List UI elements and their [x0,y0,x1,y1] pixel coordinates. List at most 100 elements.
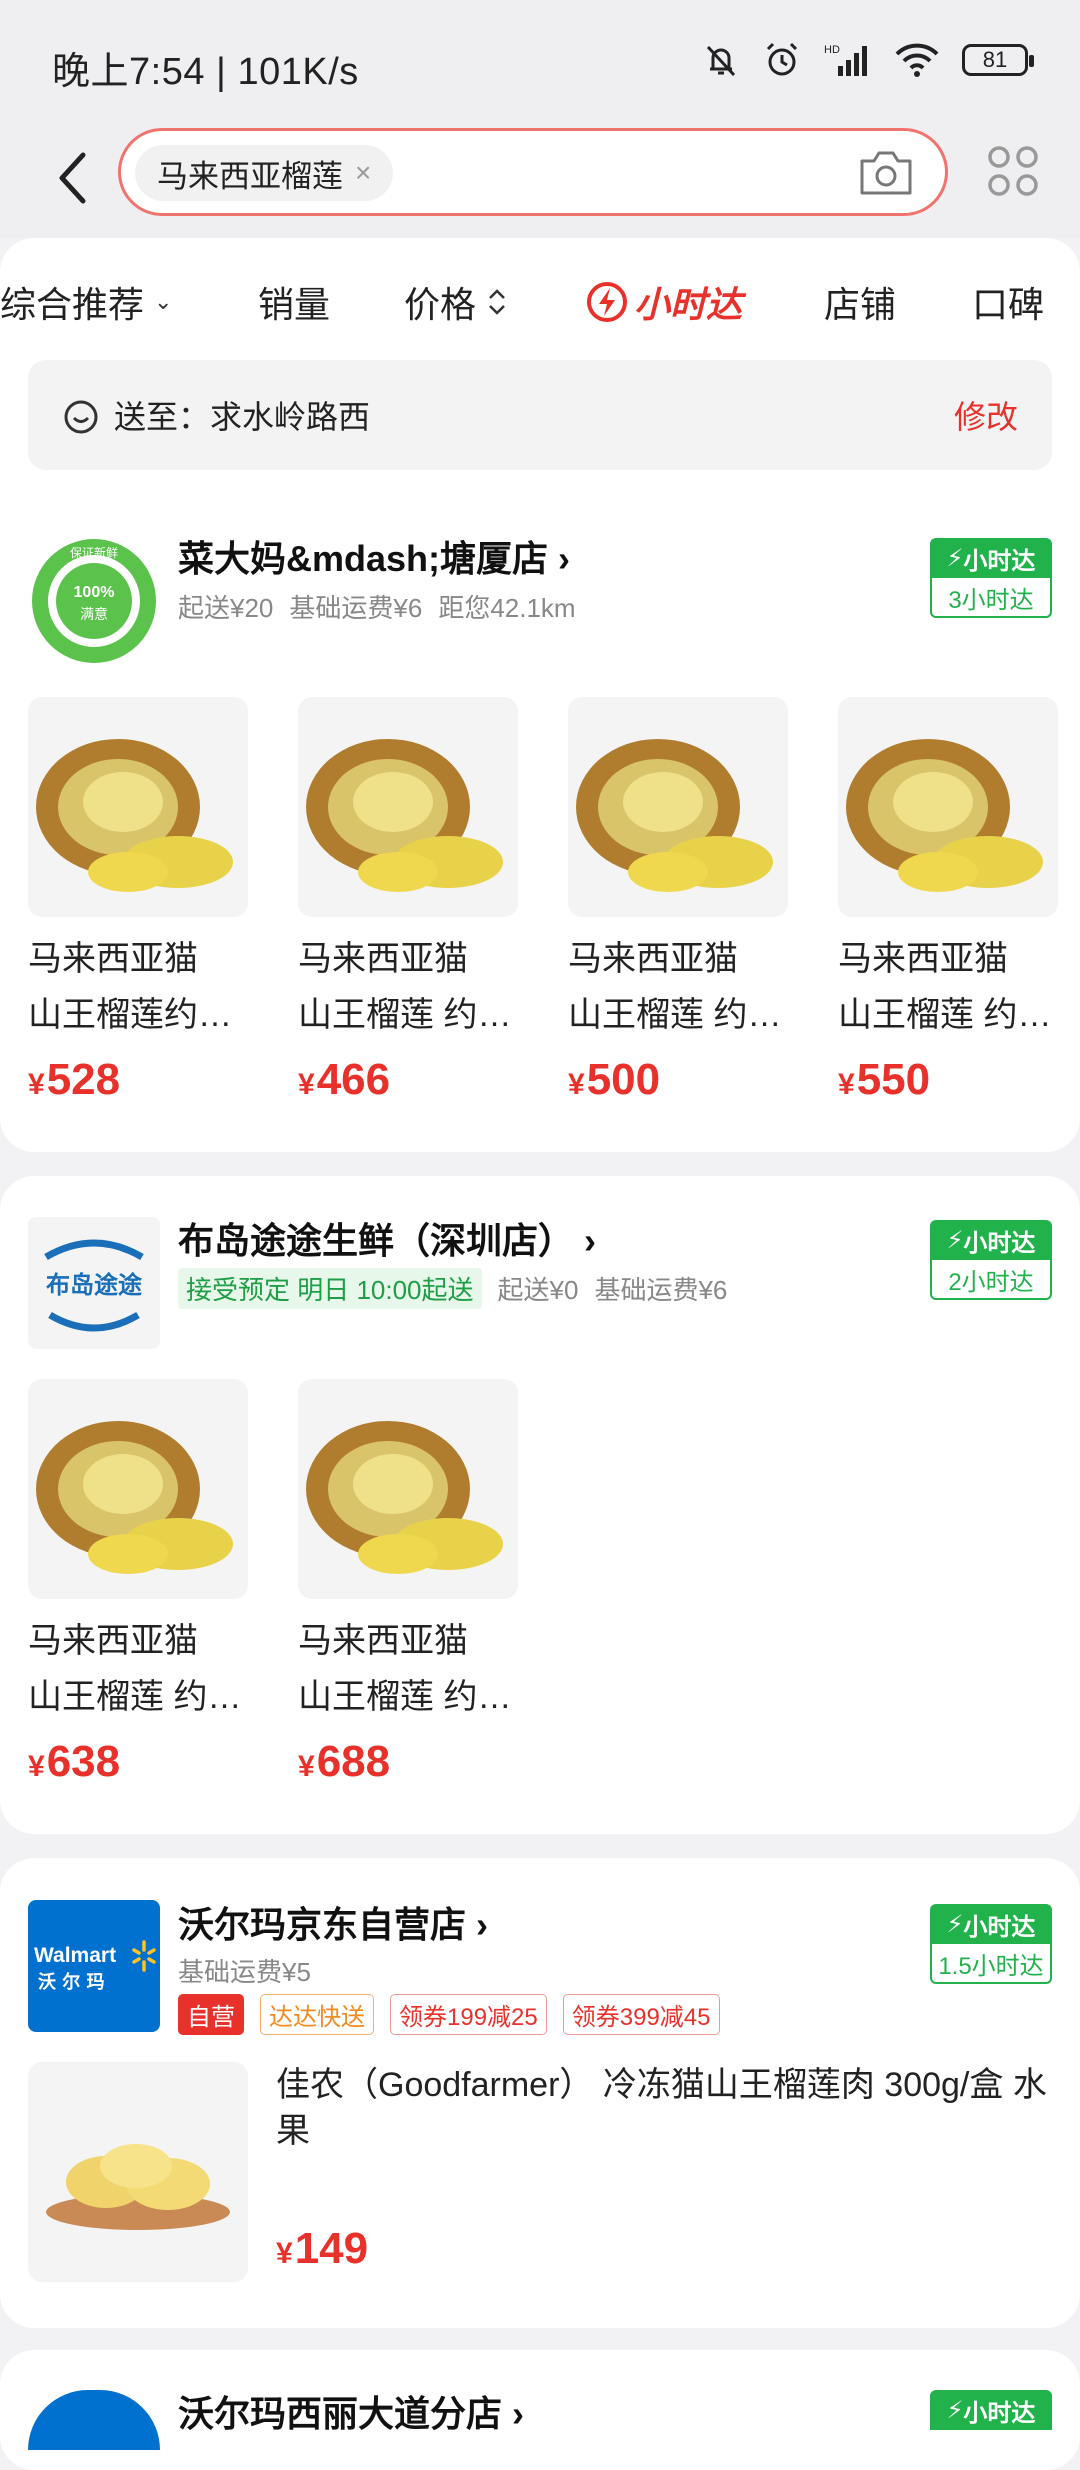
store-meta-3: 基础运费¥5 [178,1952,327,1989]
product-name-line1: 马来西亚猫 [838,940,1008,978]
search-query-chip[interactable]: 马来西亚榴莲 × [135,145,394,201]
delivery-address-bar[interactable]: 送至：求水岭路西 修改 [28,360,1052,470]
delivery-fee: 基础运费¥6 [594,1275,728,1305]
badge-top-text: 小时达 [963,547,1036,575]
back-button[interactable] [44,138,100,218]
product-name-line1: 马来西亚猫 [28,1622,198,1660]
product-name-line1: 马来西亚猫 [568,940,738,978]
product-card[interactable]: 马来西亚猫 山王榴莲 约… ¥688 [298,1379,518,1787]
product-name-line2: 山王榴莲 约… [838,996,1052,1034]
preorder-tag: 接受预定 明日 10:00起送 [178,1268,482,1309]
min-order: 起送¥20 [178,593,274,623]
hour-delivery-badge-top: ⚡ 小时达 [930,2390,1052,2430]
product-price: ¥550 [838,1055,1058,1105]
product-name: 马来西亚猫山王榴莲 约… [568,931,793,1043]
svg-text:保证新鲜: 保证新鲜 [70,545,118,560]
durian-image [568,697,788,917]
currency-symbol: ¥ [568,1068,585,1101]
edit-address-link[interactable]: 修改 [954,392,1018,438]
product-card[interactable]: 马来西亚猫山王榴莲 约… ¥638 [28,1379,248,1787]
tab-comprehensive[interactable]: 综合推荐 ⌄ [0,276,172,328]
status-icons: HD 81 [702,40,1034,80]
tab-reviews-label: 口碑 [972,284,1045,325]
price-value: 638 [46,1737,121,1786]
menu-grid-button[interactable] [986,144,1040,203]
product-name-line2: 山王榴莲 约… [568,996,782,1034]
badge-top-text: 小时达 [963,1913,1036,1941]
store-name-text: 沃尔玛京东自营店 [178,1904,467,1945]
hour-delivery-badge-top: ⚡ 小时达 [930,538,1052,578]
hour-delivery-badge-top: ⚡ 小时达 [930,1904,1052,1944]
store-name-1[interactable]: 菜大妈&mdash;塘厦店 › [178,530,570,582]
product-name-line1: 马来西亚猫 [298,1622,468,1660]
product-name: 马来西亚猫山王榴莲 约… [298,1613,523,1725]
store-name-4[interactable]: 沃尔玛西丽大道分店 › [178,2385,524,2437]
delivery-address-label: 送至：求水岭路西 [114,399,371,435]
product-price: ¥638 [28,1737,248,1787]
alarm-icon [766,42,798,76]
product-card[interactable]: 马来西亚猫 山王榴莲约… ¥528 [28,697,248,1105]
svg-text:沃 尔 玛: 沃 尔 玛 [38,1971,105,1993]
tab-reviews[interactable]: 口碑 [972,276,1044,328]
search-input[interactable]: 马来西亚榴莲 × [118,128,948,216]
badge-top-text: 小时达 [963,1229,1036,1257]
distance: 距您42.1km [438,593,576,623]
tab-sales-label: 销量 [258,284,331,325]
price-value: 466 [316,1055,391,1104]
wifi-icon [895,43,939,77]
delivery-badge-4: ⚡ 小时达 [930,2390,1052,2430]
tab-price-label: 价格 [404,284,477,325]
chevron-down-icon: ⌄ [154,289,173,314]
product-price: ¥500 [568,1055,788,1105]
durian-meat-image [28,2062,248,2282]
svg-text:100%: 100% [74,584,115,601]
signal-icon: HD [824,44,867,76]
price-value: 500 [586,1055,661,1104]
battery-icon: 81 [962,44,1034,76]
store-name-2[interactable]: 布岛途途生鲜（深圳店） › [178,1212,596,1264]
store-name-3[interactable]: 沃尔玛京东自营店 › [178,1896,488,1948]
camera-icon[interactable] [857,147,915,202]
tab-hour-delivery[interactable]: 小时达 [586,276,742,328]
status-bar: 晚上7:54 | 101K/s HD 81 [0,0,1080,120]
hour-delivery-badge-top: ⚡ 小时达 [930,1220,1052,1260]
delivery-badge-3: ⚡ 小时达 1.5小时达 [930,1904,1052,1984]
sort-arrows-icon [489,289,505,315]
svg-text:HD: HD [824,44,840,56]
store-card-4 [0,2350,1080,2470]
currency-symbol: ¥ [276,2237,293,2270]
tab-shop-label: 店铺 [824,284,897,325]
product-name-line2: 山王榴莲 约… [298,996,512,1034]
hour-delivery-badge-bottom: 3小时达 [930,578,1052,618]
store-meta-1: 起送¥20 基础运费¥6 距您42.1km [178,588,592,625]
product-name-line2: 山王榴莲约… [28,996,232,1034]
durian-image [298,1379,518,1599]
product-name-line2: 山王榴莲 约… [28,1678,242,1716]
product-card[interactable]: 马来西亚猫 山王榴莲 约… ¥466 [298,697,518,1105]
battery-level: 81 [982,47,1008,72]
product-price: ¥149 [276,2224,368,2274]
product-title: 佳农（Goodfarmer） 冷冻猫山王榴莲肉 300g/盒 水果 [276,2066,1047,2150]
tab-shop[interactable]: 店铺 [824,276,896,328]
store-name-text: 菜大妈&mdash;塘厦店 [178,538,549,579]
product-card[interactable]: 马来西亚猫山王榴莲 约… ¥500 [568,697,788,1105]
delivery-badge-2: ⚡ 小时达 2小时达 [930,1220,1052,1300]
chevron-left-icon [59,152,86,204]
coupon-tag[interactable]: 领券399减45 [562,1994,720,2035]
self-operated-tag: 自营 [178,1994,244,2035]
tab-sales[interactable]: 销量 [258,276,330,328]
tab-comprehensive-label: 综合推荐 [0,284,145,325]
svg-text:布岛途途: 布岛途途 [46,1271,143,1299]
tab-price[interactable]: 价格 [404,276,508,328]
store-logo-2[interactable]: 布岛途途 [28,1217,160,1349]
product-name-line2: 山王榴莲 约… [298,1678,512,1716]
durian-image [838,697,1058,917]
clear-query-icon[interactable]: × [355,157,371,189]
product-card[interactable]: 马来西亚猫山王榴莲 约… ¥550 [838,697,1058,1105]
coupon-tag[interactable]: 领券199减25 [390,1994,547,2035]
min-order: 起送¥0 [497,1275,579,1305]
store-logo-3[interactable]: Walmart 沃 尔 玛 [28,1900,160,2032]
store-logo-1[interactable]: 保证新鲜 100% 满意 [28,535,160,667]
store-meta-2: 接受预定 明日 10:00起送 起送¥0 基础运费¥6 [178,1268,743,1309]
currency-symbol: ¥ [838,1068,855,1101]
